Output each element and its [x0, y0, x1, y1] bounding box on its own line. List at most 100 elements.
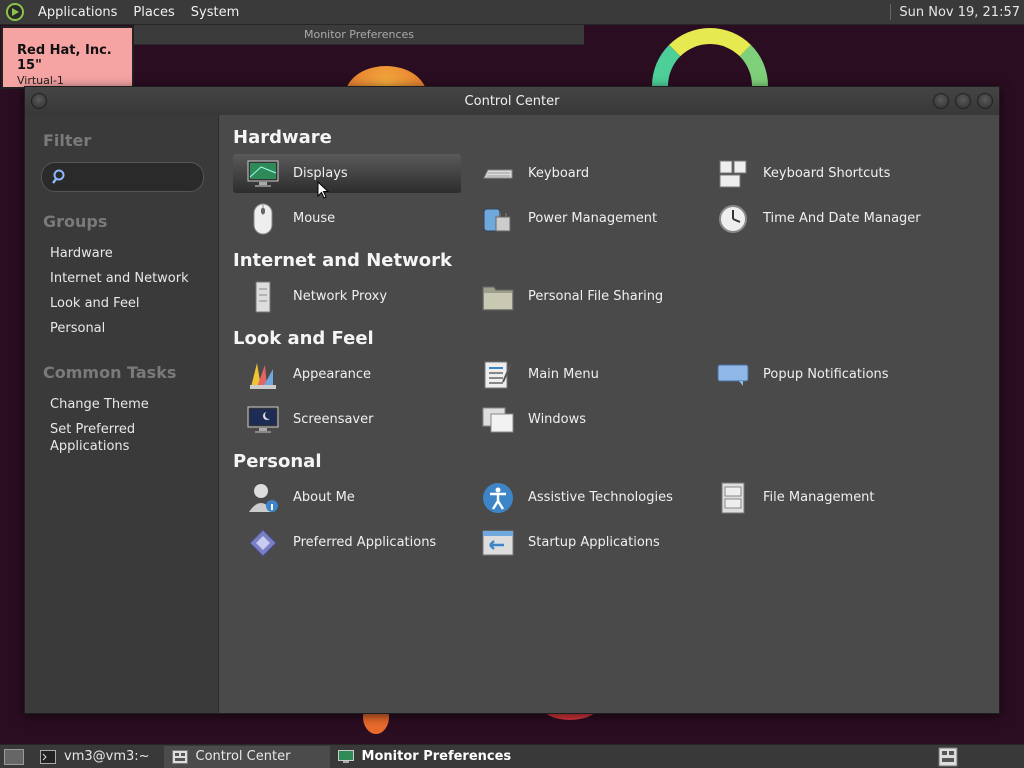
preferred-apps-icon	[247, 527, 279, 559]
group-link-personal[interactable]: Personal	[25, 316, 218, 341]
filter-input[interactable]	[72, 169, 192, 185]
display-icon	[337, 749, 354, 763]
sidebar: Filter Groups Hardware Internet and Netw…	[25, 115, 219, 713]
taskbar-item-label: Control Center	[195, 749, 291, 764]
group-link-hardware[interactable]: Hardware	[25, 241, 218, 266]
monitor-name: Red Hat, Inc. 15"	[17, 43, 112, 73]
section-title-look-and-feel: Look and Feel	[233, 328, 374, 349]
windows-icon	[482, 404, 514, 436]
section-title-personal: Personal	[233, 451, 322, 472]
display-icon	[247, 158, 279, 190]
terminal-icon	[40, 749, 56, 764]
taskbar-item-terminal[interactable]: vm3@vm3:~	[32, 746, 158, 768]
menu-system[interactable]: System	[183, 5, 247, 20]
applet-label: Popup Notifications	[763, 367, 889, 382]
distro-logo-icon[interactable]	[6, 3, 24, 21]
applet-main-menu[interactable]: Main Menu	[468, 352, 703, 397]
applet-label: Keyboard Shortcuts	[763, 166, 891, 181]
task-set-preferred-apps[interactable]: Set Preferred Applications	[25, 417, 218, 459]
folder-share-icon	[482, 281, 514, 313]
appearance-icon	[247, 359, 279, 391]
clock[interactable]: Sun Nov 19, 21:57	[890, 4, 1024, 20]
filter-search-box[interactable]	[41, 162, 204, 192]
minimize-button[interactable]	[933, 93, 949, 109]
power-icon	[482, 203, 514, 235]
about-me-icon	[247, 482, 279, 514]
screensaver-icon	[247, 404, 279, 436]
mouse-pointer-icon	[317, 181, 329, 199]
applet-label: About Me	[293, 490, 355, 505]
applet-label: Windows	[528, 412, 587, 427]
applet-list: Hardware Displays Keyboard Keyboard Shor…	[219, 115, 999, 713]
applet-file-management[interactable]: File Management	[703, 475, 938, 520]
applet-about-me[interactable]: About Me	[233, 475, 468, 520]
applet-startup-applications[interactable]: Startup Applications	[468, 520, 703, 565]
common-tasks-heading: Common Tasks	[43, 363, 177, 382]
accessibility-icon	[482, 482, 514, 514]
control-center-icon	[171, 749, 188, 764]
control-center-tray-icon[interactable]	[938, 747, 958, 767]
applet-personal-file-sharing[interactable]: Personal File Sharing	[468, 274, 703, 319]
applet-appearance[interactable]: Appearance	[233, 352, 468, 397]
taskbar-item-monitor-preferences[interactable]: Monitor Preferences	[330, 746, 520, 768]
file-cabinet-icon	[717, 482, 749, 514]
control-center-window: Control Center Filter Groups Hardware In…	[24, 86, 1000, 714]
group-link-look-and-feel[interactable]: Look and Feel	[25, 291, 218, 316]
menu-places[interactable]: Places	[125, 5, 182, 20]
taskbar-item-label: vm3@vm3:~	[64, 749, 150, 764]
applet-time-and-date[interactable]: Time And Date Manager	[703, 196, 938, 241]
applet-mouse[interactable]: Mouse	[233, 196, 468, 241]
applet-label: Preferred Applications	[293, 535, 437, 550]
search-icon	[52, 169, 65, 184]
applet-label: Mouse	[293, 211, 336, 226]
maximize-button[interactable]	[955, 93, 971, 109]
section-title-internet: Internet and Network	[233, 250, 452, 271]
keyboard-shortcuts-icon	[717, 158, 749, 190]
taskbar-item-control-center[interactable]: Control Center	[163, 745, 330, 768]
monitor-preferences-titlebar[interactable]: Monitor Preferences	[134, 25, 584, 45]
applet-label: Time And Date Manager	[763, 211, 921, 226]
applet-popup-notifications[interactable]: Popup Notifications	[703, 352, 938, 397]
top-panel: Applications Places System Sun Nov 19, 2…	[0, 0, 1024, 25]
show-desktop-icon[interactable]	[4, 748, 24, 765]
bottom-panel: vm3@vm3:~ Control Center Monitor Prefere…	[0, 744, 1024, 768]
taskbar-item-label: Monitor Preferences	[361, 749, 512, 764]
window-title: Control Center	[464, 93, 560, 109]
notification-icon	[717, 359, 749, 391]
applet-keyboard-shortcuts[interactable]: Keyboard Shortcuts	[703, 151, 938, 196]
applet-displays[interactable]: Displays	[233, 154, 461, 193]
keyboard-icon	[482, 158, 514, 190]
window-menu-button[interactable]	[31, 93, 47, 109]
applet-label: Appearance	[293, 367, 372, 382]
applet-label: File Management	[763, 490, 875, 505]
group-link-internet[interactable]: Internet and Network	[25, 266, 218, 291]
applet-screensaver[interactable]: Screensaver	[233, 397, 468, 442]
applet-power-management[interactable]: Power Management	[468, 196, 703, 241]
applet-label: Assistive Technologies	[528, 490, 673, 505]
groups-heading: Groups	[43, 212, 108, 231]
window-titlebar[interactable]: Control Center	[25, 87, 999, 115]
applet-windows[interactable]: Windows	[468, 397, 703, 442]
filter-heading: Filter	[43, 131, 92, 150]
applet-label: Network Proxy	[293, 289, 388, 304]
applet-label: Keyboard	[528, 166, 590, 181]
monitor-identity-label: Red Hat, Inc. 15" Virtual-1	[1, 26, 134, 89]
network-proxy-icon	[247, 281, 279, 313]
applet-assistive-technologies[interactable]: Assistive Technologies	[468, 475, 703, 520]
clock-text: Sun Nov 19, 21:57	[899, 4, 1020, 20]
menu-applications[interactable]: Applications	[30, 5, 125, 20]
main-menu-icon	[482, 359, 514, 391]
panel-separator	[890, 4, 892, 20]
applet-label: Power Management	[528, 211, 658, 226]
applet-keyboard[interactable]: Keyboard	[468, 151, 703, 196]
close-button[interactable]	[977, 93, 993, 109]
clock-icon	[717, 203, 749, 235]
applet-preferred-applications[interactable]: Preferred Applications	[233, 520, 468, 565]
applet-label: Startup Applications	[528, 535, 660, 550]
applet-label: Displays	[293, 166, 348, 181]
applet-label: Main Menu	[528, 367, 599, 382]
mouse-icon	[247, 203, 279, 235]
applet-label: Personal File Sharing	[528, 289, 664, 304]
task-change-theme[interactable]: Change Theme	[25, 392, 218, 417]
applet-network-proxy[interactable]: Network Proxy	[233, 274, 468, 319]
